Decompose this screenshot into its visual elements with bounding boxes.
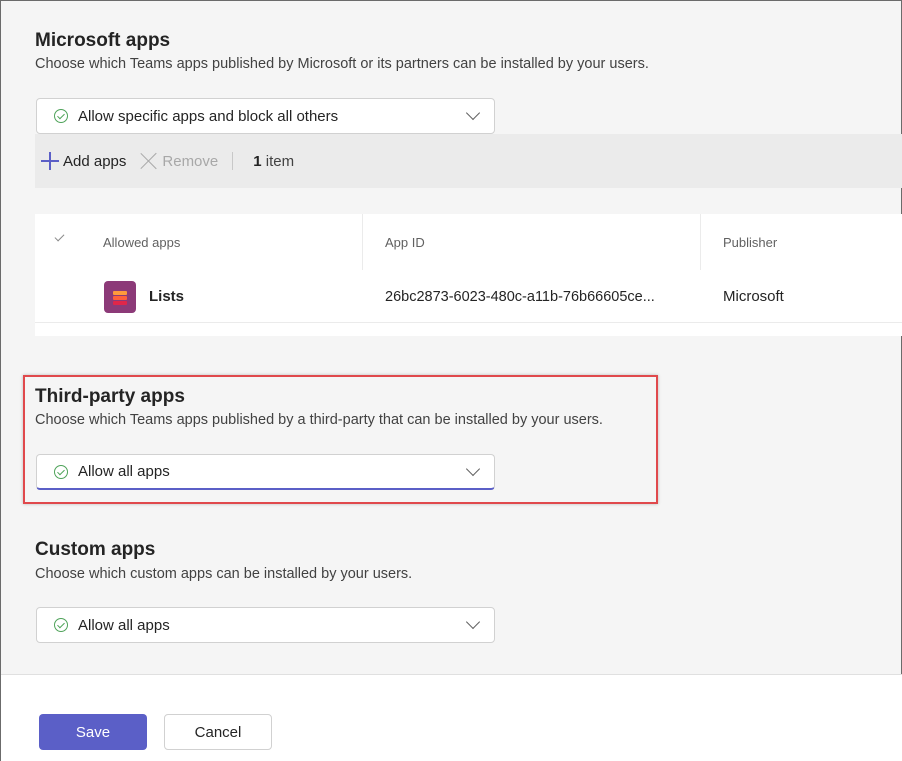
plus-icon <box>41 152 59 170</box>
microsoft-apps-description: Choose which Teams apps published by Mic… <box>35 56 649 72</box>
cancel-button[interactable]: Cancel <box>164 714 272 750</box>
microsoft-apps-title: Microsoft apps <box>35 30 171 51</box>
save-button[interactable]: Save <box>39 714 147 750</box>
apps-toolbar: Add apps Remove 1 item <box>35 134 902 188</box>
microsoft-apps-dropdown[interactable]: Allow specific apps and block all others <box>36 98 495 134</box>
table-row[interactable]: Lists 26bc2873-6023-480c-a11b-76b66605ce… <box>35 270 902 323</box>
custom-apps-description: Choose which custom apps can be installe… <box>35 566 413 582</box>
close-icon <box>140 152 158 170</box>
column-header-publisher[interactable]: Publisher <box>723 214 777 270</box>
remove-label: Remove <box>162 152 219 170</box>
remove-button[interactable]: Remove <box>126 152 218 170</box>
highlight-box <box>23 375 658 504</box>
check-circle-icon <box>54 109 68 123</box>
item-count-unit: item <box>265 152 295 170</box>
footer-bar: Save Cancel <box>1 674 902 761</box>
item-count: 1 item <box>253 153 294 170</box>
toolbar-divider <box>232 152 234 170</box>
chevron-down-icon <box>465 105 481 121</box>
custom-apps-selected: Allow all apps <box>78 616 170 634</box>
check-circle-icon <box>54 618 68 632</box>
settings-page: Microsoft apps Choose which Teams apps p… <box>0 0 902 761</box>
lists-app-icon <box>104 281 136 313</box>
allowed-apps-table: Allowed apps App ID Publisher Lists 26bc… <box>35 214 902 336</box>
app-id-cell: 26bc2873-6023-480c-a11b-76b66605ce... <box>385 288 655 305</box>
app-name-cell: Lists <box>149 288 185 305</box>
column-divider <box>700 214 701 270</box>
column-divider <box>362 214 363 270</box>
publisher-cell: Microsoft <box>723 288 784 305</box>
table-header: Allowed apps App ID Publisher <box>35 214 902 270</box>
select-all-checkmark-icon[interactable] <box>54 231 65 242</box>
add-apps-label: Add apps <box>63 152 127 170</box>
custom-apps-title: Custom apps <box>35 539 156 560</box>
custom-apps-dropdown[interactable]: Allow all apps <box>36 607 495 643</box>
add-apps-button[interactable]: Add apps <box>35 152 126 170</box>
microsoft-apps-selected: Allow specific apps and block all others <box>78 107 339 125</box>
column-header-app-id[interactable]: App ID <box>385 214 425 270</box>
item-count-number: 1 <box>253 152 262 170</box>
chevron-down-icon <box>465 614 481 630</box>
column-header-allowed-apps[interactable]: Allowed apps <box>103 214 180 270</box>
